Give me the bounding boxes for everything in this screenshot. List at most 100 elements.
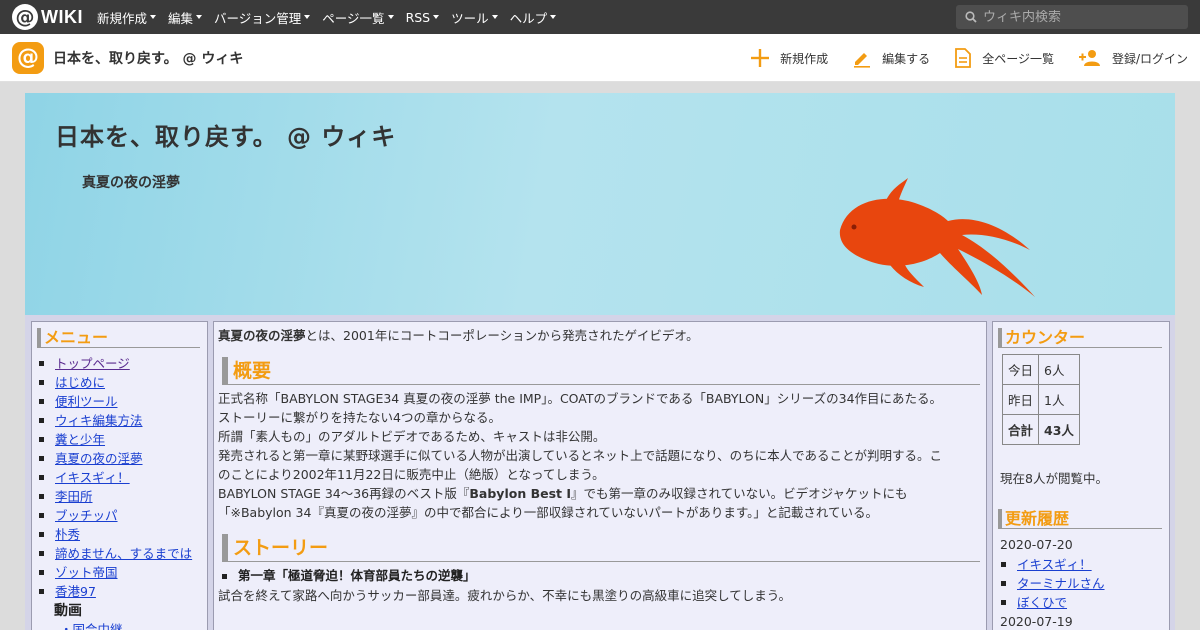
all-pages-button[interactable]: 全ページ一覧 — [954, 48, 1054, 68]
menu-help-label: ヘルプ — [509, 10, 548, 26]
right-sidebar: カウンター 今日 6人 昨日 1人 合計 43人 現在8人が閲覧中。 更新履歴 202… — [992, 321, 1170, 630]
list-item: 朴秀 — [39, 525, 207, 544]
counter-value: 1人 — [1038, 384, 1080, 415]
menu-link-5[interactable]: 真夏の夜の淫夢 — [55, 449, 143, 468]
menu-tools-label: ツール — [451, 10, 489, 26]
list-item: ウィキ編集方法 — [39, 411, 207, 430]
history-heading: 更新履歴 — [998, 509, 1162, 529]
history-date: 2020-07-19 — [1000, 614, 1073, 629]
menu-link-9[interactable]: 朴秀 — [55, 525, 80, 544]
text: 』でも第一章のみ収録されていない。ビデオジャケットにも — [571, 486, 908, 501]
list-item: 便利ツール — [39, 392, 207, 411]
history-link[interactable]: イキスギィ！ — [1017, 555, 1092, 574]
menu-new[interactable]: 新規作成 — [97, 8, 157, 27]
menu-link-11[interactable]: ゾット帝国 — [55, 563, 118, 582]
caret-down-icon — [196, 15, 203, 19]
page-frame: 日本を、取り戻す。 @ ウィキ 真夏の夜の淫夢 メニュー トップページ はじめに… — [25, 93, 1175, 630]
bullet — [39, 570, 44, 575]
paragraph: 正式名称「BABYLON STAGE34 真夏の夜の淫夢 the IMP」。CO… — [218, 391, 943, 406]
menu-link-4[interactable]: 糞と少年 — [55, 430, 105, 449]
list-item: トップページ — [39, 354, 207, 373]
menu-version[interactable]: バージョン管理 — [214, 8, 311, 27]
menu-link-tools[interactable]: 便利ツール — [55, 392, 118, 411]
caret-down-icon — [304, 15, 311, 19]
menu-link-8[interactable]: ブッチッパ — [55, 506, 118, 525]
paragraph: ストーリーに繋がりを持たない4つの章からなる。 — [218, 410, 501, 425]
history-link[interactable]: ぼくひで — [1017, 593, 1067, 612]
list-item: 香港97 — [39, 582, 207, 601]
menu-tools[interactable]: ツール — [451, 8, 498, 27]
site-header: @ 日本を、取り戻す。 @ ウィキ 新規作成 編集する 全ページ一覧 登録/ログ… — [0, 34, 1200, 82]
menu-link-edit-howto[interactable]: ウィキ編集方法 — [55, 411, 143, 430]
plus-icon — [751, 49, 770, 67]
new-page-label: 新規作成 — [780, 51, 829, 66]
menu-subheading: 動画 — [54, 603, 82, 619]
menu-edit-label: 編集 — [168, 10, 194, 26]
menu-sub-link-label: 国会中継 — [72, 622, 123, 630]
bullet — [39, 380, 44, 385]
counter-heading: カウンター — [998, 328, 1162, 348]
menu-pages[interactable]: ページ一覧 — [322, 8, 394, 27]
site-logo-icon[interactable]: @ — [12, 41, 44, 74]
intro-paragraph: 真夏の夜の淫夢とは、2001年にコートコーポレーションから発売されたゲイビデオ。 — [218, 326, 982, 345]
counter-label: 昨日 — [1001, 384, 1040, 415]
menu-link-intro[interactable]: はじめに — [55, 373, 105, 392]
section-heading-story: ストーリー — [222, 534, 980, 562]
counter-label: 今日 — [1001, 354, 1040, 385]
menu-list: トップページ はじめに 便利ツール ウィキ編集方法 糞と少年 真夏の夜の淫夢 イ… — [39, 354, 207, 601]
bullet — [39, 437, 44, 442]
text: BABYLON STAGE 34～36再録のベスト版『 — [218, 486, 470, 501]
viewing-count: 現在8人が閲覧中。 — [1000, 471, 1108, 486]
menu-rss-label: RSS — [405, 9, 431, 25]
list-item: 李田所 — [39, 487, 207, 506]
top-navbar: @ WIKI 新規作成 編集 バージョン管理 ページ一覧 RSS ツール ヘルプ — [0, 0, 1200, 34]
menu-pages-label: ページ一覧 — [322, 10, 385, 26]
list-item: 糞と少年 — [39, 430, 207, 449]
history-link[interactable]: ターミナルさん — [1017, 574, 1105, 593]
menu-link-6[interactable]: イキスギィ！ — [55, 468, 130, 487]
counter-value: 6人 — [1038, 354, 1080, 385]
list-item: ぼくひで — [1001, 593, 1169, 612]
table-row: 昨日 1人 — [1001, 384, 1080, 415]
edit-label: 編集する — [882, 51, 931, 66]
list-item: ゾット帝国 — [39, 563, 207, 582]
paragraph: 「※Babylon 34『真夏の夜の淫夢』の中で都合により一部収録されていないパ… — [218, 505, 878, 520]
main-content: 真夏の夜の淫夢とは、2001年にコートコーポレーションから発売されたゲイビデオ。… — [213, 321, 987, 630]
atwiki-logo[interactable]: @ WIKI — [12, 4, 83, 30]
menu-link-7[interactable]: 李田所 — [55, 487, 93, 506]
bullet — [39, 475, 44, 480]
paragraph: 試合を終えて家路へ向かうサッカー部員達。疲れからか、不幸にも黒塗りの高級車に追突… — [218, 588, 792, 603]
search-input[interactable] — [983, 9, 1173, 25]
search-icon — [965, 11, 977, 23]
list-item: イキスギィ！ — [39, 468, 207, 487]
all-pages-label: 全ページ一覧 — [982, 51, 1054, 66]
bullet — [39, 361, 44, 366]
menu-link-10[interactable]: 諦めません、するまでは — [55, 544, 192, 563]
chapter-title: 第一章「極道脅迫！体育部員たちの逆襲」 — [238, 568, 476, 583]
menu-help[interactable]: ヘルプ — [510, 8, 557, 27]
caret-down-icon — [387, 15, 394, 19]
menu-edit[interactable]: 編集 — [168, 8, 203, 27]
counter-label: 合計 — [1001, 414, 1040, 445]
menu-rss[interactable]: RSS — [406, 8, 440, 27]
header-actions: 新規作成 編集する 全ページ一覧 登録/ログイン — [726, 34, 1188, 82]
new-page-button[interactable]: 新規作成 — [750, 48, 828, 68]
list-item: イキスギィ！ — [1001, 555, 1169, 574]
menu-version-label: バージョン管理 — [214, 10, 302, 26]
bullet — [222, 573, 227, 579]
history-date: 2020-07-20 — [1000, 537, 1073, 552]
menu-link-12[interactable]: 香港97 — [55, 582, 96, 601]
menu-link-top[interactable]: トップページ — [55, 354, 130, 373]
caret-down-icon — [550, 15, 557, 19]
bold-text: Babylon Best I — [469, 486, 571, 501]
menu-sub-link[interactable]: ・国会中継 — [60, 621, 207, 630]
add-user-icon — [1078, 50, 1100, 66]
pencil-icon — [854, 53, 871, 68]
bullet — [39, 532, 44, 537]
bullet — [39, 456, 44, 461]
edit-button[interactable]: 編集する — [852, 48, 930, 68]
at-icon: @ — [12, 4, 38, 30]
login-button[interactable]: 登録/ログイン — [1078, 48, 1188, 68]
bullet — [39, 513, 44, 518]
site-title[interactable]: 日本を、取り戻す。 @ ウィキ — [53, 48, 243, 68]
